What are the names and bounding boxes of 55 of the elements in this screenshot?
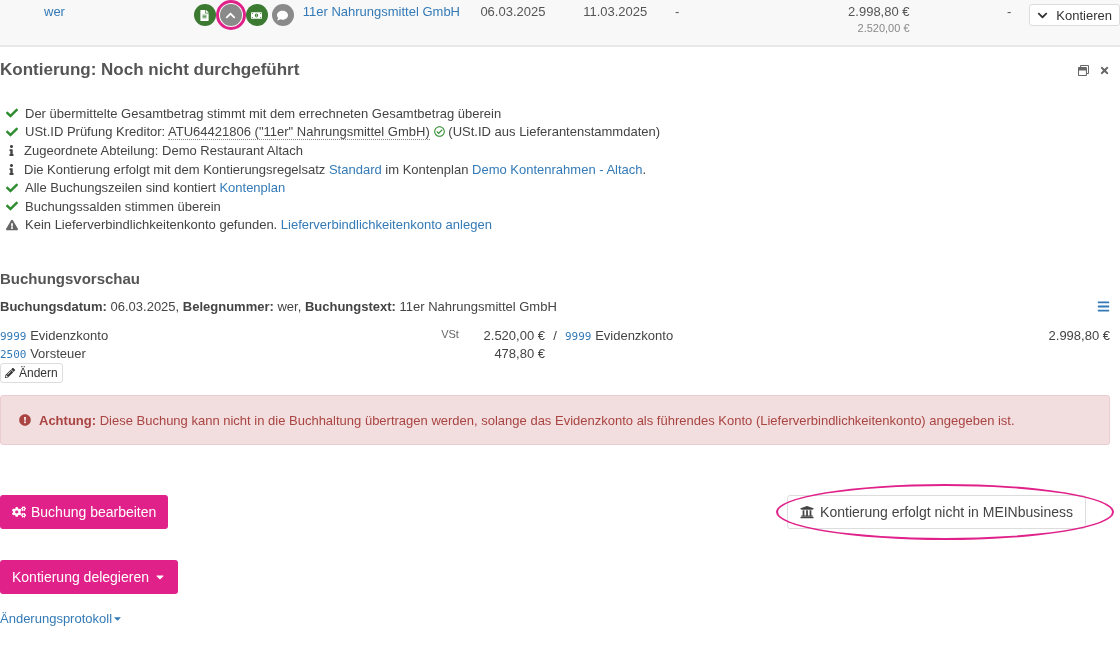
panel-title: Kontierung: Noch nicht durchgeführt xyxy=(0,60,300,80)
vendor-link[interactable]: 11er Nahrungsmittel GmbH xyxy=(302,4,481,19)
date-cell-text: 06.03.2025 xyxy=(480,4,547,20)
message-link[interactable]: Kontenplan xyxy=(219,180,286,196)
history-link[interactable]: Änderungsprotokoll xyxy=(0,611,124,627)
close-icon[interactable] xyxy=(1099,64,1110,76)
chevron-up-icon[interactable] xyxy=(219,4,242,26)
check-icon xyxy=(6,200,18,213)
check-message: Die Kontierung erfolgt mit dem Kontierungsregelsatz Standard im Kontenplan Demo Kontenrahmen - Altach. xyxy=(24,161,647,177)
table-cell-text: - xyxy=(1006,4,1012,20)
check-icon xyxy=(6,125,18,138)
table-cell-text: - xyxy=(675,4,681,20)
alert-message: Achtung: Diese Buchung kann nicht in die Buchhaltung übertragen werden, solange das Evidenzkonto als führendes Konto (Lieferverbindlichkeitenkonto) angegeben ist. xyxy=(39,412,1015,428)
amount-cell: 2.998,80 € xyxy=(848,4,910,20)
tax-code: VSt xyxy=(440,328,460,343)
message-link[interactable]: Lieferverbindlichkeitenkonto anlegen xyxy=(280,217,492,233)
check-message: USt.ID Prüfung Kreditor: ATU64421806 ("11er" Nahrungsmittel GmbH) (USt.ID aus Lieferantenstammdaten) xyxy=(25,124,661,140)
check-message: Kein Lieferverbindlichkeitenkonto gefunden. Lieferverbindlichkeitenkonto anlegen xyxy=(25,217,492,233)
amount-cell-text: 2.520,00 € xyxy=(857,21,910,36)
amount-cell-text: 2.520,00 € xyxy=(482,328,545,344)
amount-cell-text: 2.998,80 € xyxy=(1047,328,1110,344)
booking-summary: Buchungsdatum: 06.03.2025, Belegnummer: wer, Buchungstext: 11er Nahrungsmittel GmbH xyxy=(0,299,557,315)
pencil-icon xyxy=(5,368,15,379)
window-restore-icon[interactable] xyxy=(1078,64,1089,76)
bank-icon xyxy=(800,505,815,520)
message-link[interactable]: Standard xyxy=(328,161,382,177)
separator: / xyxy=(552,328,558,344)
message-link[interactable]: Demo Kontenrahmen - Altach xyxy=(472,161,643,177)
reference-link[interactable]: wer xyxy=(44,4,65,19)
warning-icon xyxy=(6,218,18,231)
exclamation-icon xyxy=(19,414,31,427)
speech-bubble-icon[interactable] xyxy=(271,4,294,26)
check-message: Alle Buchungszeilen sind kontiert Kontenplan xyxy=(25,180,286,196)
info-icon xyxy=(6,163,17,175)
date-cell-text: 11.03.2025 xyxy=(583,4,649,20)
kontieren-button[interactable]: Kontieren xyxy=(1029,4,1120,26)
edit-booking-button[interactable]: Buchung bearbeiten xyxy=(0,495,169,530)
amount-cell-text: 478,80 € xyxy=(493,346,545,362)
check-message: Buchungssalden stimmen überein xyxy=(25,198,221,214)
gears-icon xyxy=(12,505,26,520)
banknote-icon[interactable] xyxy=(245,4,268,26)
account-cell-text: 9999 Evidenzkonto xyxy=(565,328,675,344)
check-icon xyxy=(6,181,18,194)
account-cell-text: 9999 Evidenzkonto xyxy=(0,328,110,344)
section-title: Buchungsvorschau xyxy=(0,270,142,288)
info-icon xyxy=(6,145,17,156)
check-icon xyxy=(6,107,18,120)
check-message: Zugeordnete Abteilung: Demo Restaurant Altach xyxy=(24,143,303,158)
edit-button[interactable]: Ändern xyxy=(0,363,63,384)
delegate-button[interactable]: Kontierung delegieren xyxy=(0,560,178,595)
check-message: Der übermittelte Gesamtbetrag stimmt mit dem errechneten Gesamtbetrag überein xyxy=(25,105,502,121)
accounting-external-button[interactable]: Kontierung erfolgt nicht in MEINbusiness xyxy=(787,495,1086,530)
account-cell-text: 2500 Vorsteuer xyxy=(0,346,87,362)
document-icon[interactable] xyxy=(193,4,216,26)
menu-icon[interactable] xyxy=(1097,300,1110,314)
